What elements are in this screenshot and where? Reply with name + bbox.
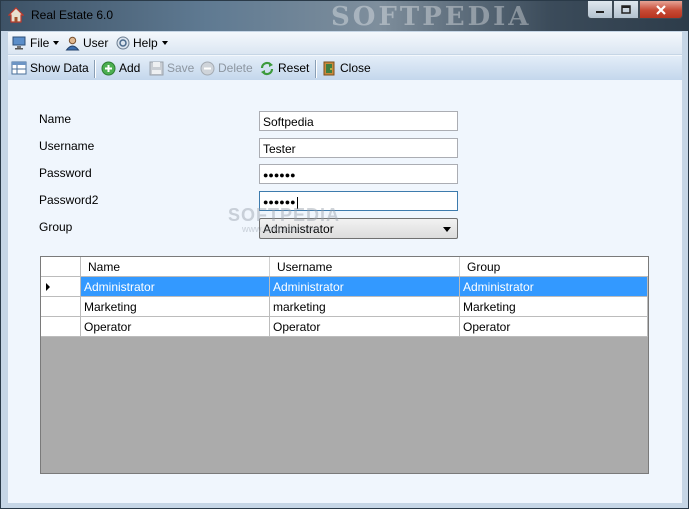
menu-help[interactable]: Help [116,32,168,54]
exit-door-icon [323,61,335,75]
menu-user-label: User [83,36,109,50]
name-value: Softpedia [263,115,314,129]
chevron-down-icon [161,41,168,45]
add-label: Add [119,61,141,75]
help-icon [116,36,130,50]
cell-username[interactable]: Administrator [270,277,460,297]
password-field[interactable]: ●●●●●● [259,164,458,184]
cell-group[interactable]: Marketing [460,297,648,317]
table-row[interactable]: Administrator Administrator Administrato… [41,277,648,297]
show-data-label: Show Data [30,61,89,75]
cell-group[interactable]: Administrator [460,277,648,297]
password2-label: Password2 [39,193,99,207]
house-icon [8,7,24,23]
username-field[interactable]: Tester [259,138,458,158]
table-row[interactable]: Operator Operator Operator [41,317,648,337]
delete-label: Delete [218,61,253,75]
row-header[interactable] [41,317,81,337]
save-button[interactable]: Save [149,56,194,80]
refresh-icon [260,61,274,75]
toolbar: Show Data Add Save Delete Reset Close [8,55,682,80]
table-icon [11,61,27,75]
close-label: Close [340,61,371,75]
save-icon [149,61,164,75]
cell-name[interactable]: Operator [81,317,270,337]
cell-name[interactable]: Marketing [81,297,270,317]
username-label: Username [39,139,95,153]
minimize-button[interactable] [587,1,613,19]
maximize-button[interactable] [613,1,639,19]
add-icon [101,61,116,75]
name-field[interactable]: Softpedia [259,111,458,131]
save-label: Save [167,61,195,75]
password-label: Password [39,166,92,180]
reset-button[interactable]: Reset [259,56,309,80]
row-header[interactable] [41,297,81,317]
toolbar-separator [94,60,96,78]
watermark-center: SOFTPEDIA www.softpedia.com [228,205,341,234]
column-header-username[interactable]: Username [270,257,460,276]
cell-group[interactable]: Operator [460,317,648,337]
user-icon [65,36,80,50]
reset-label: Reset [278,61,310,75]
name-label: Name [39,112,72,126]
close-button[interactable]: Close [322,56,371,80]
chevron-down-icon [53,41,60,45]
dropdown-arrow-icon [443,227,451,232]
toolbar-separator [315,60,317,78]
show-data-button[interactable]: Show Data [11,56,89,80]
menu-file-label: File [30,36,50,50]
watermark-center-small: www.softpedia.com [242,224,320,234]
window-controls [587,1,683,21]
menu-bar: File User Help [8,32,682,54]
delete-button[interactable]: Delete [200,56,253,80]
table-row[interactable]: Marketing marketing Marketing [41,297,648,317]
cell-username[interactable]: Operator [270,317,460,337]
username-value: Tester [263,142,296,156]
password-value: ●●●●●● [263,170,296,180]
maximize-icon [621,5,631,14]
title-bar[interactable]: Real Estate 6.0 SOFTPEDIA [1,1,688,32]
main-content: Name Softpedia Username Tester Password … [8,80,682,503]
menu-user[interactable]: User [65,32,108,54]
cell-name[interactable]: Administrator [81,277,270,297]
watermark-logo: SOFTPEDIA [331,2,532,32]
add-button[interactable]: Add [101,56,140,80]
watermark-center-big: SOFTPEDIA [228,205,341,225]
minimize-icon [596,10,604,13]
row-pointer-icon [46,283,50,291]
menu-help-label: Help [133,36,158,50]
delete-icon [200,61,215,75]
grid-header: Name Username Group [41,257,648,277]
group-label: Group [39,220,73,234]
column-header-name[interactable]: Name [81,257,270,276]
app-window: Real Estate 6.0 SOFTPEDIA File User Help… [0,0,689,509]
row-header[interactable] [41,277,81,297]
grid-corner [41,257,81,276]
menu-file[interactable]: File [12,32,60,54]
column-header-group[interactable]: Group [460,257,648,276]
window-title: Real Estate 6.0 [31,8,114,22]
cell-username[interactable]: marketing [270,297,460,317]
close-window-button[interactable] [639,1,683,19]
computer-icon [12,36,26,50]
data-grid[interactable]: Name Username Group Administrator Admini… [40,256,649,474]
close-icon [656,4,666,15]
